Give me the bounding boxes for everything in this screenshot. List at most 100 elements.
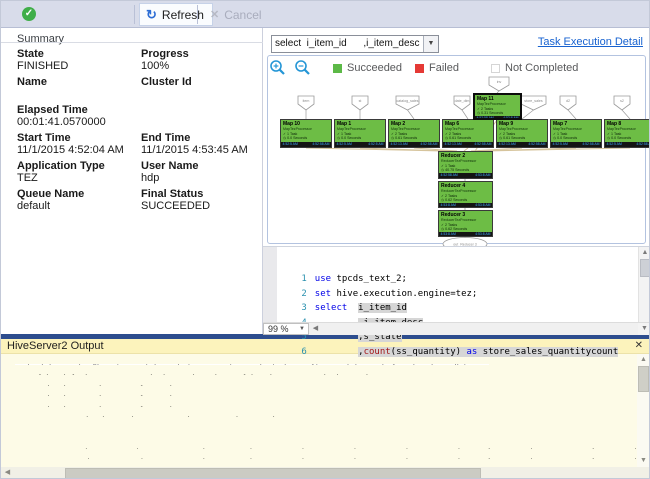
dag-node[interactable]: Map 7 MapTezProcessor ✓1 Task ◷0.0 Secon… [550, 119, 602, 148]
dag-node-start-time: 4:53:8 AM [441, 232, 456, 237]
task-execution-detail-link[interactable]: Task Execution Detail [538, 36, 643, 48]
output-horizontal-scrollbar[interactable]: ◀ [1, 467, 650, 479]
query-selector-dropdown[interactable]: select i_item_id ,i_item_desc ,s_st ... … [271, 35, 439, 53]
summary-field: Final Status SUCCEEDED [141, 188, 261, 212]
dag-node-time-bar: 4:53:8 AM 4:53:8 AM [439, 203, 492, 208]
dag-node-duration: 0.62 Seconds [445, 227, 467, 231]
dag-node-start-time: 4:52:5 AM [283, 142, 298, 148]
dag-node-start-time: 4:52:58 AM [477, 116, 494, 120]
editor-vertical-scrollbar[interactable]: ▲ [638, 247, 650, 322]
task-check-icon: ✓ [607, 132, 610, 136]
dag-node[interactable]: Map 1 MapTezProcessor ✓1 Task ◷0.0 Secon… [334, 119, 386, 148]
clock-icon: ◷ [441, 198, 444, 202]
scroll-down-icon[interactable]: ▼ [638, 323, 650, 335]
summary-panel-title: Summary [17, 33, 64, 45]
dag-node[interactable]: Map 11 MapTezProcessor ✓2 Tasks ◷0.31 Se… [473, 93, 522, 120]
hive-job-summary-window: ✓ ↻ Refresh ✕ Cancel Summary State FINIS… [0, 0, 650, 479]
task-check-icon: ✓ [283, 132, 286, 136]
summary-field-label: Progress [141, 48, 261, 60]
dag-node[interactable]: Map 2 MapTezProcessor ✓2 Tasks ◷0.61 Sec… [388, 119, 440, 148]
dag-node[interactable]: Map 9 MapTezProcessor ✓2 Tasks ◷0.61 Sec… [496, 119, 548, 148]
cancel-button[interactable]: ✕ Cancel [202, 3, 270, 26]
clock-icon: ◷ [337, 136, 340, 140]
scrollbar-thumb[interactable] [638, 366, 649, 392]
output-log[interactable]: Submitting script file C:\Users\xiaoyzhu… [1, 354, 637, 467]
dag-node-end-time: 4:52:5 AM [368, 142, 383, 148]
dag-node-tasks: 2 Tasks [503, 132, 515, 136]
dag-node[interactable]: Reducer 2 ReducerTezProcessor ✓1 Task ◷4… [438, 151, 493, 179]
dag-node-time-bar: 4:52:58 AM 4:53:8 AM [475, 116, 520, 120]
summary-field: Start Time 11/1/2015 4:52:04 AM [17, 132, 137, 156]
job-graph-panel: select i_item_id ,i_item_desc ,s_st ... … [263, 28, 650, 334]
cancel-label: Cancel [224, 8, 261, 22]
dag-node[interactable]: Map 10 MapTezProcessor ✓1 Task ◷0.0 Seco… [280, 119, 332, 148]
scroll-left-icon[interactable]: ◀ [1, 467, 14, 479]
dag-node-duration: 0.61 Seconds [503, 136, 525, 140]
dag-node-end-time: 4:53:8 AM [475, 203, 490, 208]
log-line: Streaming logs and outputs from HiveServ… [1, 375, 637, 386]
scrollbar-thumb[interactable] [65, 468, 481, 479]
log-line: INFO : Tez session hasn't been created y… [1, 407, 637, 418]
line-number: 6 [281, 347, 315, 357]
log-line: INFO : Map 1: -/- Map 10: -/- Map 11: -/… [1, 438, 637, 449]
editor-horizontal-scrollbar[interactable] [322, 323, 638, 335]
dag-node-tasks: 1 Task [287, 132, 297, 136]
dag-node-duration: 0.61 Seconds [395, 136, 417, 140]
scroll-up-icon[interactable]: ▲ [639, 247, 650, 259]
clock-icon: ◷ [441, 227, 444, 231]
log-line: INFO : Status: Running (Executing on YAR… [1, 428, 637, 439]
summary-field-label: Final Status [141, 188, 261, 200]
dag-node-start-time: 4:52:58 AM [441, 173, 458, 179]
summary-field-label: Application Type [17, 160, 137, 172]
query-text-editor[interactable]: 1use tpcds_text_2; 2set hive.execution.e… [263, 246, 650, 334]
dag-node-time-bar: 4:52:13 AM 4:52:58 AM [389, 142, 439, 148]
log-text: INFO : [15, 427, 44, 428]
task-check-icon: ✓ [441, 194, 444, 198]
log-text: INFO : Map 1: -/- Map 10: -/- Map 11: -/… [15, 448, 637, 449]
scroll-left-icon[interactable]: ◀ [309, 323, 322, 335]
log-line: 0% of the default queue capacity is used… [1, 365, 637, 376]
scroll-down-icon[interactable]: ▼ [637, 455, 650, 467]
task-check-icon: ✓ [499, 132, 502, 136]
dag-node-end-time: 4:52:58 AM [312, 142, 329, 148]
task-check-icon: ✓ [553, 132, 556, 136]
log-text: Streaming logs and outputs from HiveServ… [15, 406, 226, 407]
toolbar-separator [197, 5, 198, 24]
dag-node-title: Map 2 [389, 120, 439, 127]
summary-field-label: End Time [141, 132, 261, 144]
dag-node-time-bar: 4:52:58 AM 4:53:8 AM [439, 173, 492, 179]
dag-node-start-time: 4:52:13 AM [499, 142, 516, 148]
dag-node-tasks: 1 Task [557, 132, 567, 136]
editor-zoom-control[interactable]: 99 % ▼ [263, 323, 309, 335]
clock-icon: ◷ [391, 136, 394, 140]
summary-field-label: Cluster Id [141, 76, 261, 88]
toolbar: ✓ ↻ Refresh ✕ Cancel [1, 1, 650, 28]
toolbar-separator [134, 5, 135, 24]
summary-field: Queue Name default [17, 188, 137, 212]
summary-field-label: User Name [141, 160, 261, 172]
dag-node-duration: 0.62 Seconds [445, 198, 467, 202]
dag-node[interactable]: Map 8 MapTezProcessor ✓1 Task ◷0.0 Secon… [604, 119, 650, 148]
clock-icon: ◷ [441, 168, 444, 172]
summary-field-value: FINISHED [17, 60, 137, 72]
output-vertical-scrollbar[interactable]: ▲ ▼ [637, 354, 650, 467]
summary-panel: Summary State FINISHED Progress 100% Nam… [1, 28, 263, 334]
dag-node-start-time: 4:52:13 AM [445, 142, 462, 148]
close-icon[interactable]: ✕ [635, 340, 643, 351]
dropdown-arrow-icon[interactable]: ▼ [423, 36, 438, 52]
dag-node[interactable]: Reducer 4 ReducerTezProcessor ✓2 Tasks ◷… [438, 181, 493, 208]
dag-node[interactable]: Reducer 3 ReducerTezProcessor ✓2 Tasks ◷… [438, 210, 493, 237]
dag-node-end-time: 4:52:58 AM [474, 142, 491, 148]
summary-field: State FINISHED [17, 48, 137, 72]
dag-node-title: Map 6 [443, 120, 493, 127]
summary-field-value: hdp [141, 172, 261, 184]
scrollbar-thumb[interactable] [640, 259, 650, 277]
log-line: Streaming logs and outputs from HiveServ… [1, 396, 637, 407]
dag-node[interactable]: Map 6 MapTezProcessor ✓2 Tasks ◷0.61 Sec… [442, 119, 494, 148]
dag-node-title: Reducer 3 [439, 211, 492, 218]
editor-bottom-bar: 99 % ▼ ◀ ▼ [263, 322, 650, 335]
scroll-up-icon[interactable]: ▲ [637, 354, 650, 366]
clock-icon: ◷ [499, 136, 502, 140]
summary-field-value: TEZ [17, 172, 137, 184]
dag-node-duration: 0.0 Seconds [341, 136, 361, 140]
